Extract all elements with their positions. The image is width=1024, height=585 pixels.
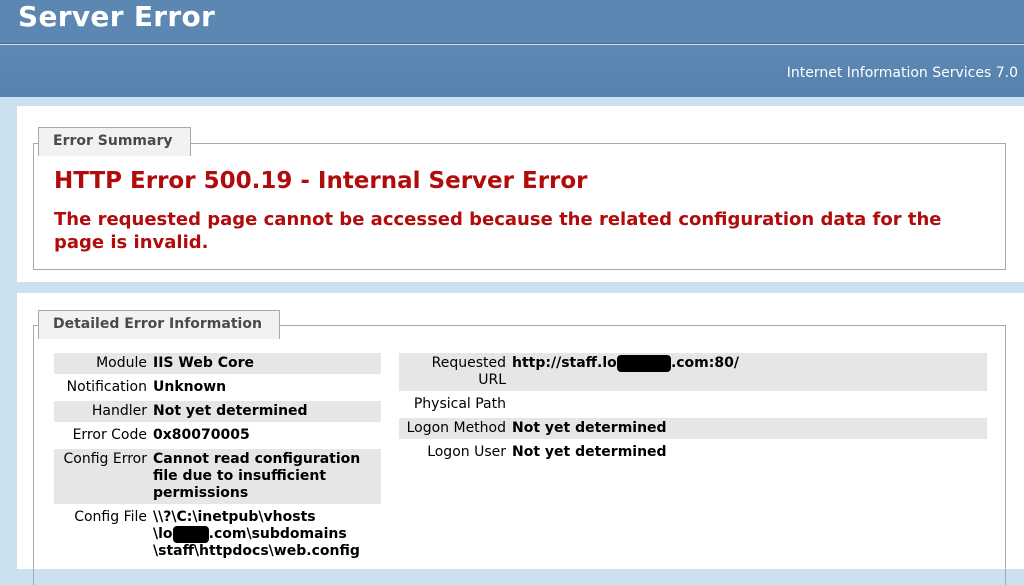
detail-row-config-error: Config Error Cannot read configuration f… [54,449,381,504]
config-file-part: \lo [153,526,173,542]
detail-row-error-code: Error Code 0x80070005 [54,425,381,446]
detail-table-right: Requested URL http://staff.loxxxxxx.com:… [399,350,987,466]
detail-row-logon-method: Logon Method Not yet determined [399,418,987,439]
detail-key: Physical Path [413,396,506,412]
detailed-error-tab: Detailed Error Information [38,310,280,339]
detail-key: Config File [74,509,147,525]
detail-key: Handler [54,401,150,422]
detail-row-handler: Handler Not yet determined [54,401,381,422]
detail-row-module: Module IIS Web Core [54,353,381,374]
redaction-mark: xxxxxx [616,355,671,372]
detail-key: Requested URL [399,353,509,391]
detail-value [509,394,987,415]
detail-value: http://staff.loxxxxxx.com:80/ [509,353,987,391]
error-summary-tab: Error Summary [38,127,191,156]
config-file-part: .com\subdomains [208,526,347,542]
config-file-part: \staff\httpdocs\web.config [153,543,360,559]
detail-value: \\?\C:\inetpub\vhosts \loxxxx.com\subdoma… [150,507,381,562]
detail-value: Not yet determined [150,401,381,422]
detail-value: Cannot read configuration file due to in… [150,449,381,504]
detail-row-requested-url: Requested URL http://staff.loxxxxxx.com:… [399,353,987,391]
detail-key: Logon User [427,444,506,460]
detail-key: Error Code [72,427,147,443]
detail-table-left: Module IIS Web Core Notification Unknown… [54,350,381,565]
url-part: .com:80/ [670,355,739,371]
config-file-part: \\?\C:\inetpub\vhosts [153,509,316,525]
detail-row-notification: Notification Unknown [54,377,381,398]
detail-row-config-file: Config File \\?\C:\inetpub\vhosts \loxxxx… [54,507,381,562]
error-summary-panel: Error Summary HTTP Error 500.19 - Intern… [17,106,1024,282]
detail-key: Module [54,353,150,374]
detail-key: Notification [66,379,147,395]
redaction-mark: xxxx [172,526,209,543]
url-part: http://staff.lo [512,355,617,371]
detail-value: Not yet determined [509,418,987,439]
detailed-error-panel: Detailed Error Information Module IIS We… [17,293,1024,585]
detail-key: Logon Method [399,418,509,439]
detail-value: Not yet determined [512,444,667,460]
detail-value: 0x80070005 [153,427,250,443]
detail-value: IIS Web Core [150,353,381,374]
page-header: Server Error [0,0,1024,44]
detail-row-logon-user: Logon User Not yet determined [399,442,987,463]
error-description: The requested page cannot be accessed be… [54,209,942,253]
error-title: HTTP Error 500.19 - Internal Server Erro… [54,168,588,194]
detail-row-physical-path: Physical Path [399,394,987,415]
product-banner: Internet Information Services 7.0 [0,45,1024,97]
detail-value: Unknown [153,379,227,395]
page-title: Server Error [18,0,216,33]
product-name: Internet Information Services 7.0 [786,65,1018,81]
detail-key: Config Error [54,449,150,504]
